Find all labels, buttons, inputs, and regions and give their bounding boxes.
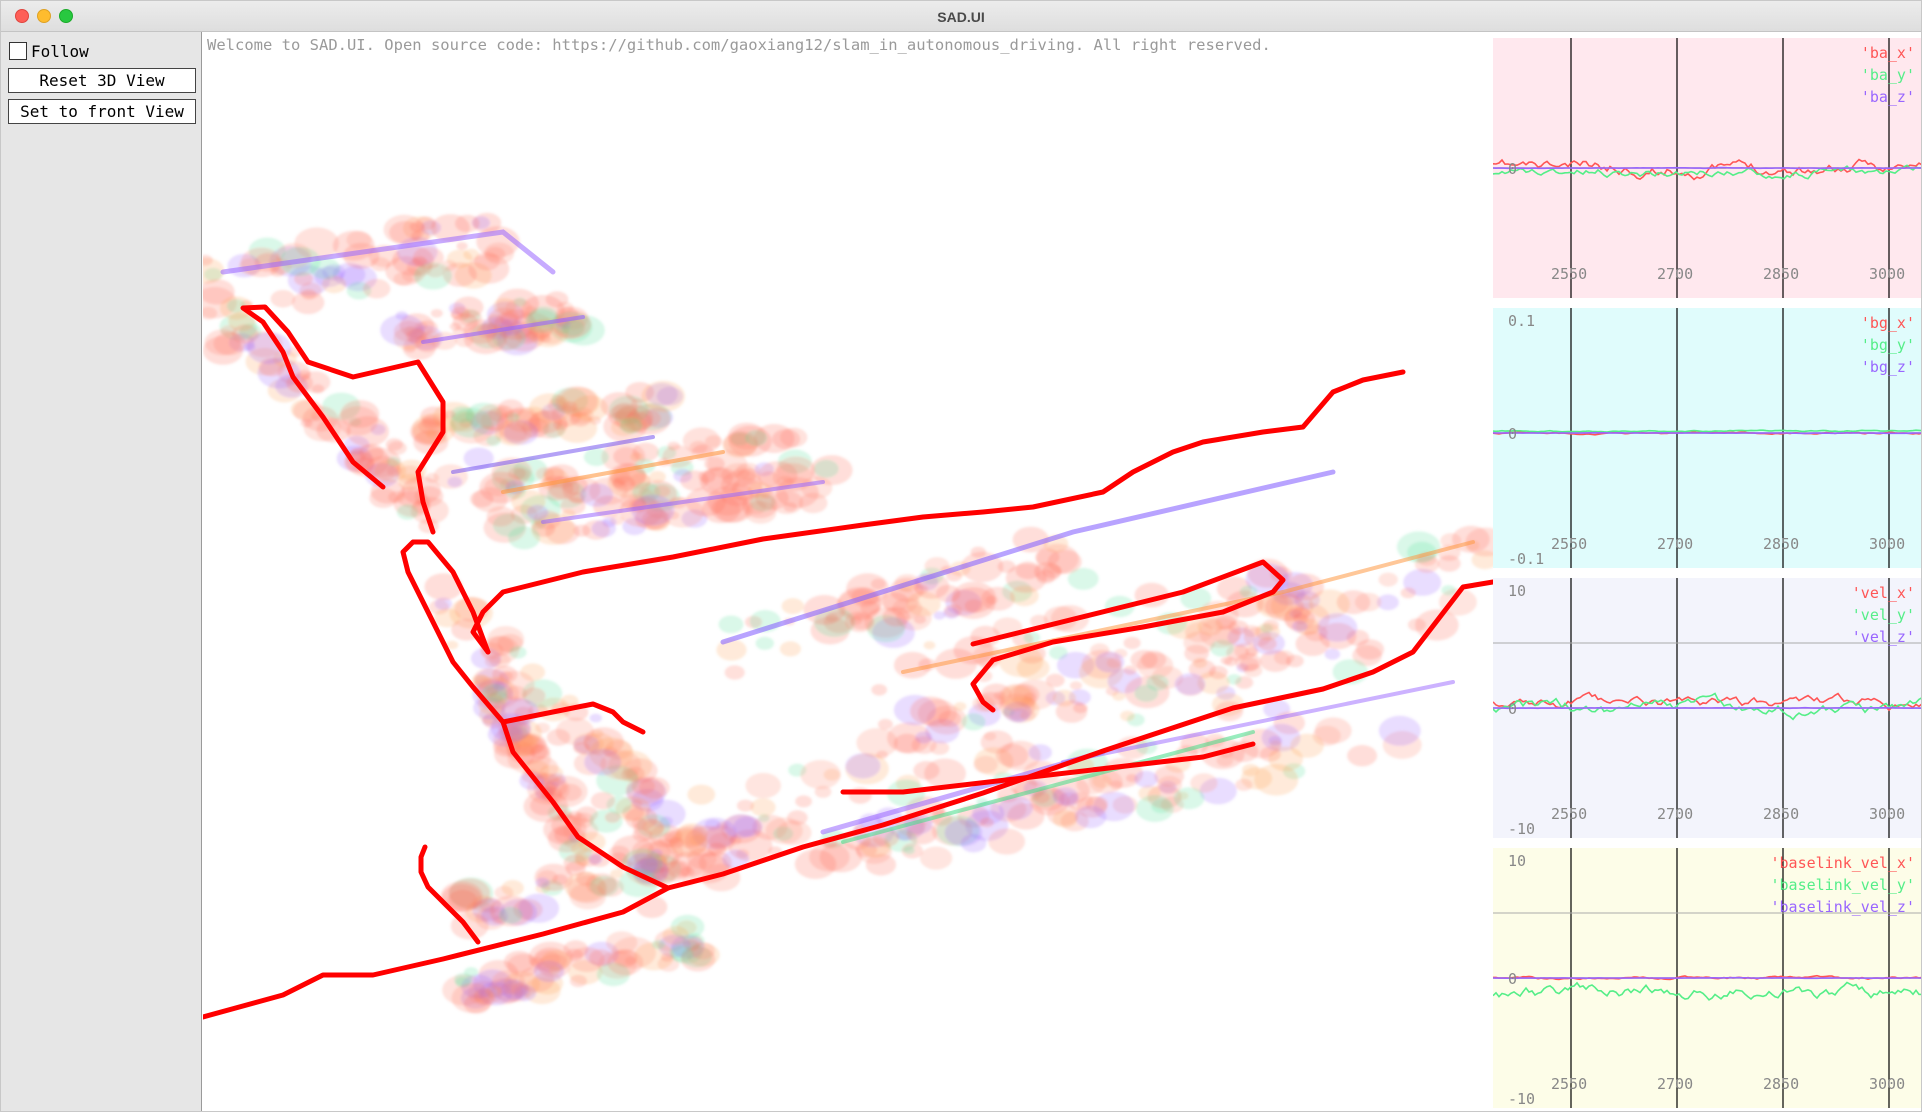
x-tick-label: 2700 [1657,805,1694,823]
plot-baselink-vel: 2550 2700 2850 3000 10 0 -10 'baselink_vel_x' 'b… [1493,848,1921,1108]
x-tick-label: 2850 [1763,265,1800,283]
plot-vel: 2550 2700 2850 3000 10 0 -10 'vel_x' 'vel_y' 'vel… [1493,578,1921,838]
y-tick-label: 0 [1508,160,1518,178]
legend-entry: 'ba_z' [1860,88,1915,106]
x-tick-label: 2700 [1657,265,1694,283]
point-cloud-map[interactable] [203,32,1493,1112]
3d-map-viewer[interactable]: Welcome to SAD.UI. Open source code: htt… [203,32,1493,1112]
legend-entry: 'baselink_vel_y' [1770,876,1916,894]
y-tick-label: 10 [1508,582,1527,600]
y-tick-label: -10 [1508,1090,1536,1108]
welcome-text: Welcome to SAD.UI. Open source code: htt… [207,36,1271,54]
x-tick-label: 2850 [1763,535,1800,553]
y-tick-label: 0.1 [1508,312,1536,330]
y-tick-label: 0 [1508,970,1518,988]
legend-entry: 'ba_x' [1860,44,1915,62]
y-tick-label: 0 [1508,700,1518,718]
plot-canvas [1493,38,1921,298]
legend-entry: 'bg_z' [1860,358,1915,376]
y-tick-label: -0.1 [1508,550,1545,568]
plot-ba: 2550 2700 2850 3000 0 'ba_x' 'ba_y' 'ba_z' [1493,38,1921,298]
x-tick-label: 2550 [1551,1075,1588,1093]
x-tick-label: 2700 [1657,1075,1694,1093]
legend-entry: 'bg_x' [1860,314,1915,332]
window-title: SAD.UI [937,9,985,25]
follow-label: Follow [31,41,89,61]
legend-entry: 'vel_y' [1851,606,1915,624]
x-tick-label: 3000 [1869,535,1906,553]
follow-checkbox[interactable] [9,42,27,60]
x-tick-label: 2550 [1551,805,1588,823]
legend-entry: 'bg_y' [1860,336,1915,354]
control-panel: Follow Reset 3D View Set to front View [1,32,202,1111]
y-tick-label: -10 [1508,820,1536,838]
follow-checkbox-row[interactable]: Follow [9,40,89,62]
x-tick-label: 2850 [1763,805,1800,823]
x-tick-label: 2700 [1657,535,1694,553]
x-tick-label: 2850 [1763,1075,1800,1093]
set-front-view-button[interactable]: Set to front View [8,99,196,124]
x-tick-label: 2550 [1551,535,1588,553]
x-tick-label: 3000 [1869,1075,1906,1093]
sad-ui-window: SAD.UI Follow Reset 3D View Set to front… [0,0,1922,1112]
legend-entry: 'baselink_vel_x' [1770,854,1916,872]
legend-entry: 'baselink_vel_z' [1770,898,1916,916]
plot-canvas [1493,308,1921,568]
x-tick-label: 2550 [1551,265,1588,283]
reset-3d-view-button[interactable]: Reset 3D View [8,68,196,93]
y-tick-label: 10 [1508,852,1527,870]
legend-entry: 'ba_y' [1860,66,1915,84]
title-bar: SAD.UI [1,1,1921,32]
point-cloud [203,212,1493,1014]
legend-entry: 'vel_x' [1851,584,1915,602]
legend-entry: 'vel_z' [1851,628,1915,646]
x-tick-label: 3000 [1869,805,1906,823]
y-tick-label: 0 [1508,425,1518,443]
plot-bg: 2550 2700 2850 3000 0.1 0 -0.1 'bg_x' 'bg_y' 'bg_… [1493,308,1921,568]
x-tick-label: 3000 [1869,265,1906,283]
